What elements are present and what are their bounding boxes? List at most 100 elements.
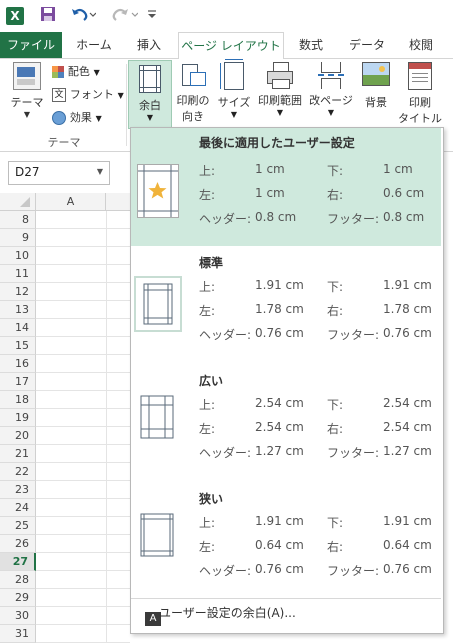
select-all-corner[interactable] <box>0 193 36 211</box>
gridline <box>106 481 107 499</box>
table-row[interactable] <box>36 589 130 607</box>
orientation-button[interactable]: 印刷の 向き <box>173 62 213 124</box>
table-row[interactable] <box>36 355 130 373</box>
table-row[interactable] <box>36 625 130 643</box>
margins-icon <box>139 65 161 93</box>
column-header-b[interactable] <box>106 193 130 211</box>
table-row[interactable] <box>36 571 130 589</box>
row-header[interactable]: 30 <box>0 607 36 625</box>
tab-insert[interactable]: 挿入 <box>124 32 174 58</box>
left-label: 左: <box>199 188 216 202</box>
tab-file[interactable]: ファイル <box>0 32 62 58</box>
row-header[interactable]: 25 <box>0 517 36 535</box>
left-label: 左: <box>199 304 216 318</box>
size-button[interactable]: サイズ ▼ <box>216 59 252 119</box>
margin-option-last-custom[interactable]: 最後に適用したユーザー設定 上: 1 cm 下: 1 cm 左: 1 cm 右:… <box>131 128 441 246</box>
bottom-value: 2.54 cm <box>383 396 432 410</box>
row-header[interactable]: 18 <box>0 391 36 409</box>
table-row[interactable] <box>36 337 130 355</box>
themes-button[interactable]: テーマ ▼ <box>10 62 44 119</box>
save-icon[interactable] <box>38 6 58 26</box>
row-header[interactable]: 20 <box>0 427 36 445</box>
right-label: 右: <box>327 304 344 318</box>
row-header[interactable]: 21 <box>0 445 36 463</box>
table-row[interactable] <box>36 409 130 427</box>
table-row[interactable] <box>36 463 130 481</box>
row-header[interactable]: 11 <box>0 265 36 283</box>
row-header[interactable]: 19 <box>0 409 36 427</box>
customize-icon[interactable] <box>145 6 159 26</box>
row-header[interactable]: 10 <box>0 247 36 265</box>
row-header[interactable]: 16 <box>0 355 36 373</box>
tab-home[interactable]: ホーム <box>64 32 124 58</box>
table-row[interactable] <box>36 265 130 283</box>
table-row[interactable] <box>36 535 130 553</box>
bottom-label: 下: <box>327 164 344 178</box>
row-header[interactable]: 14 <box>0 319 36 337</box>
background-label: 背景 <box>365 96 387 109</box>
orientation-label-2: 向き <box>182 110 204 123</box>
row-header[interactable]: 26 <box>0 535 36 553</box>
fonts-label: フォント <box>69 88 114 101</box>
row-header[interactable]: 12 <box>0 283 36 301</box>
column-header-a[interactable]: A <box>36 193 106 211</box>
row-header[interactable]: 29 <box>0 589 36 607</box>
gridline <box>106 607 107 625</box>
custom-margins-item[interactable]: A ユーザー設定の余白(A)... <box>131 600 441 626</box>
breaks-button[interactable]: 改ページ ▼ <box>308 62 354 117</box>
effects-button[interactable]: 効果 ▼ <box>52 109 118 127</box>
header-label: ヘッダー: <box>199 212 252 226</box>
name-box-value: D27 <box>15 165 40 179</box>
row-header[interactable]: 24 <box>0 499 36 517</box>
row-header[interactable]: 17 <box>0 373 36 391</box>
gridline <box>106 535 107 553</box>
print-titles-button[interactable]: 印刷 タイトル <box>398 62 442 126</box>
table-row[interactable] <box>36 427 130 445</box>
row-header[interactable]: 22 <box>0 463 36 481</box>
margin-option-wide[interactable]: 広い 上: 2.54 cm 下: 2.54 cm 左: 2.54 cm 右: 2… <box>131 366 441 484</box>
table-row[interactable] <box>36 247 130 265</box>
margins-button[interactable]: 余白 ▼ <box>128 60 172 129</box>
left-value: 1.78 cm <box>255 302 304 316</box>
colors-button[interactable]: 配色 ▼ <box>52 63 118 81</box>
table-row[interactable] <box>36 517 130 535</box>
table-row[interactable] <box>36 607 130 625</box>
table-row[interactable] <box>36 301 130 319</box>
row-header[interactable]: 8 <box>0 211 36 229</box>
table-row[interactable] <box>36 229 130 247</box>
tab-formulas[interactable]: 数式 <box>288 32 334 58</box>
row-header[interactable]: 23 <box>0 481 36 499</box>
table-row[interactable] <box>36 373 130 391</box>
tab-page-layout[interactable]: ページ レイアウト <box>178 32 284 60</box>
background-button[interactable]: 背景 <box>358 62 394 110</box>
tab-data[interactable]: データ <box>340 32 394 58</box>
table-row[interactable] <box>36 481 130 499</box>
margin-option-narrow[interactable]: 狭い 上: 1.91 cm 下: 1.91 cm 左: 0.64 cm 右: 0… <box>131 484 441 598</box>
table-row[interactable] <box>36 283 130 301</box>
row-header[interactable]: 9 <box>0 229 36 247</box>
bottom-label: 下: <box>327 398 344 412</box>
table-row[interactable] <box>36 499 130 517</box>
row-header[interactable]: 28 <box>0 571 36 589</box>
chevron-down-icon[interactable]: ▼ <box>97 167 103 176</box>
header-value: 0.8 cm <box>255 210 297 224</box>
name-box[interactable]: D27 ▼ <box>8 161 110 185</box>
row-header[interactable]: 27 <box>0 553 36 571</box>
table-row[interactable] <box>36 445 130 463</box>
table-row[interactable] <box>36 391 130 409</box>
table-row[interactable] <box>36 553 130 571</box>
undo-icon[interactable] <box>68 6 98 26</box>
margin-option-normal[interactable]: 標準 上: 1.91 cm 下: 1.91 cm 左: 1.78 cm 右: 1… <box>131 248 441 366</box>
row-header[interactable]: 13 <box>0 301 36 319</box>
row-header[interactable]: 15 <box>0 337 36 355</box>
table-row[interactable] <box>36 211 130 229</box>
tab-review[interactable]: 校閲 <box>396 32 446 58</box>
fonts-button[interactable]: 文 フォント ▼ <box>52 86 124 104</box>
themes-label: テーマ <box>10 96 44 109</box>
print-area-button[interactable]: 印刷範囲 ▼ <box>254 62 306 117</box>
palette-icon <box>52 65 64 78</box>
row-header[interactable]: 31 <box>0 625 36 643</box>
redo-icon[interactable] <box>110 6 140 26</box>
table-row[interactable] <box>36 319 130 337</box>
gridline <box>106 625 107 643</box>
